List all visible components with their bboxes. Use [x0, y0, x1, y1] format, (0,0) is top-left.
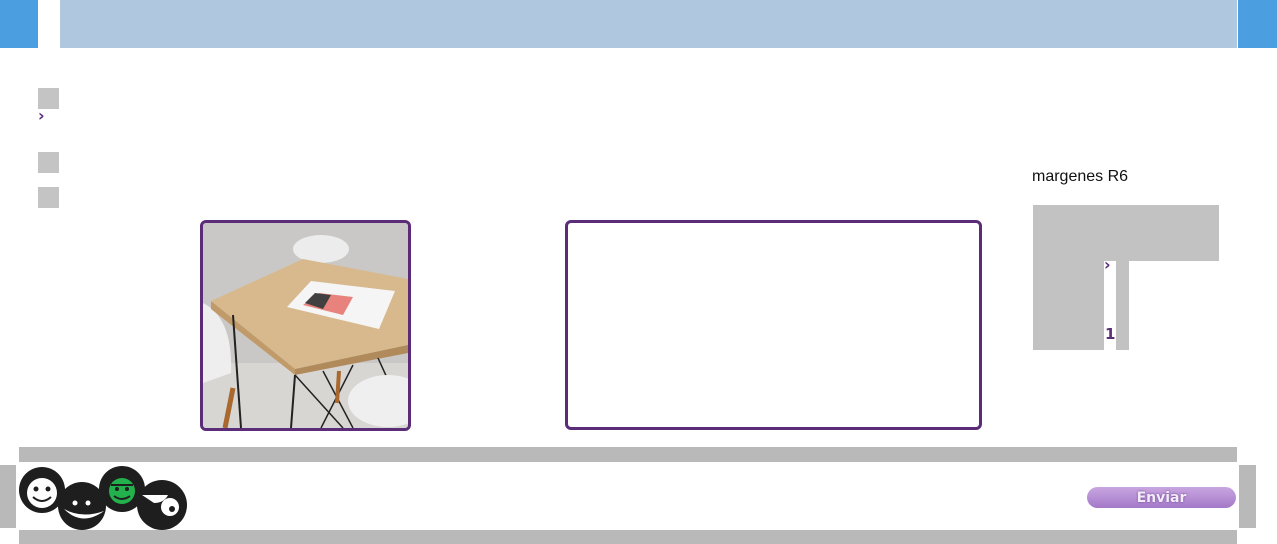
- footer-top-bar: [19, 447, 1237, 462]
- content-box[interactable]: [565, 220, 982, 430]
- footer-bottom-bar: [19, 530, 1237, 544]
- footer-right-block: [1239, 465, 1256, 528]
- header-bar: [60, 0, 1237, 48]
- panel-scroll-strip[interactable]: [1116, 261, 1129, 350]
- header-right-block: [1238, 0, 1277, 48]
- panel-title: margenes R6: [1032, 168, 1129, 185]
- footer-left-block: [0, 465, 16, 528]
- product-image-frame[interactable]: [200, 220, 411, 431]
- panel-block-top: [1033, 205, 1219, 261]
- left-square-3[interactable]: [38, 187, 59, 208]
- header-left-block: [0, 0, 38, 48]
- faces-logo-icon: [18, 465, 188, 531]
- left-square-2[interactable]: [38, 152, 59, 173]
- panel-block-left: [1033, 261, 1104, 350]
- send-button[interactable]: Enviar: [1087, 487, 1236, 508]
- table-chairs-image: [203, 223, 408, 428]
- panel-page-number: 1: [1105, 325, 1116, 343]
- panel-chevron-right-icon[interactable]: ›: [1104, 257, 1111, 273]
- chevron-right-icon[interactable]: ›: [38, 108, 45, 124]
